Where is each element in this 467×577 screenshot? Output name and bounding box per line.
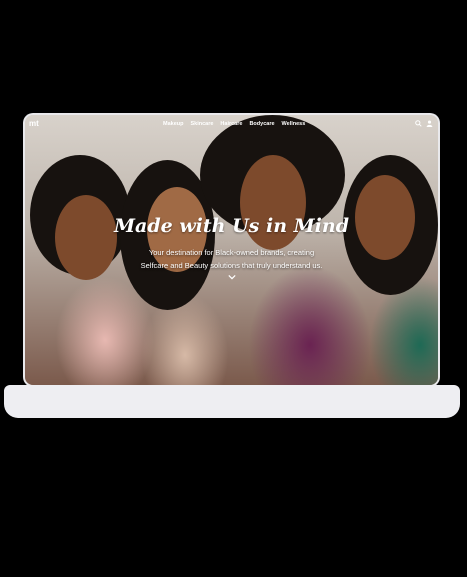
- nav-item-bodycare[interactable]: Bodycare: [249, 121, 274, 127]
- user-icon[interactable]: [426, 120, 433, 129]
- hero-title: Made with Us in Mind: [114, 215, 349, 237]
- hero-subtitle: Your destination for Black-owned brands,…: [25, 246, 438, 272]
- logo[interactable]: mt: [29, 119, 39, 128]
- laptop-base: [4, 385, 460, 418]
- nav-links: Makeup Skincare Haircare Bodycare Wellne…: [163, 121, 305, 127]
- chevron-down-icon[interactable]: [228, 273, 236, 282]
- laptop-screen: mt Makeup Skincare Haircare Bodycare Wel…: [25, 115, 438, 385]
- nav-item-haircare[interactable]: Haircare: [220, 121, 242, 127]
- hero-subtitle-line-2: Selfcare and Beauty solutions that truly…: [140, 261, 323, 270]
- nav-item-skincare[interactable]: Skincare: [190, 121, 213, 127]
- nav-item-wellness[interactable]: Wellness: [282, 121, 306, 127]
- search-icon[interactable]: [415, 120, 422, 129]
- hero-subtitle-line-1: Your destination for Black-owned brands,…: [148, 248, 315, 257]
- nav-bar: mt Makeup Skincare Haircare Bodycare Wel…: [25, 115, 438, 133]
- nav-icons: [415, 120, 433, 129]
- nav-item-makeup[interactable]: Makeup: [163, 121, 183, 127]
